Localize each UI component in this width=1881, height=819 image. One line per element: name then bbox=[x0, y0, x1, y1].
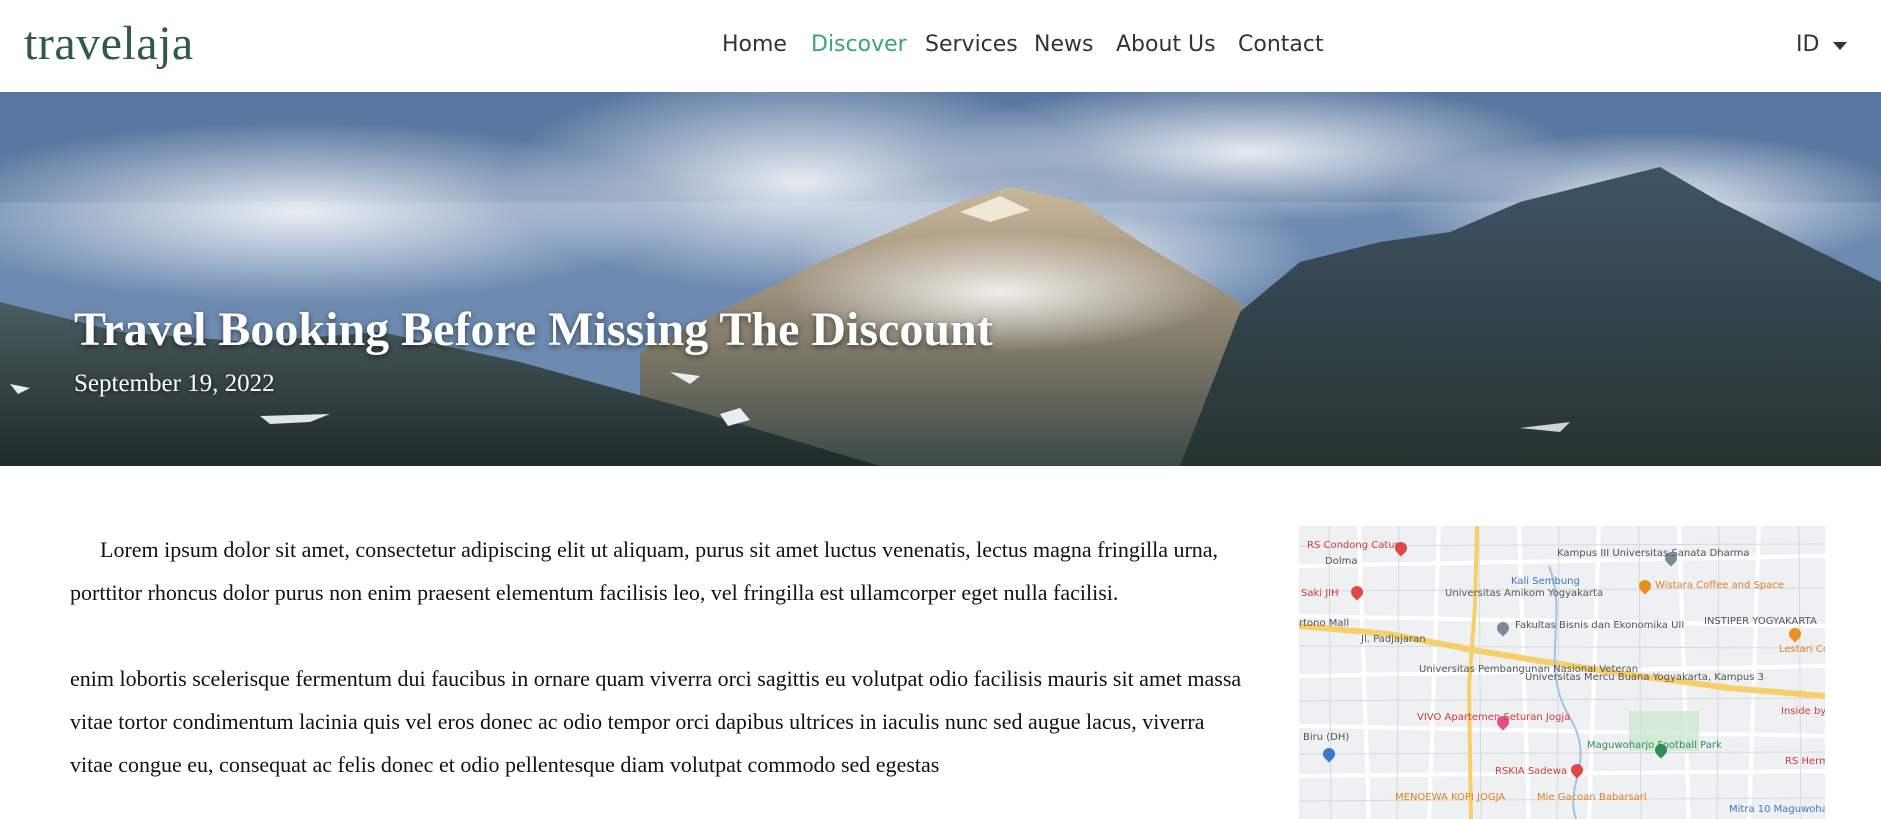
map-label: Lestari Co bbox=[1779, 644, 1825, 655]
map-label: Universitas Mercu Buana Yogyakarta, Kamp… bbox=[1525, 672, 1764, 683]
map-label: INSTIPER YOGYAKARTA bbox=[1704, 616, 1817, 627]
mountain-landscape-image bbox=[0, 92, 1881, 466]
chevron-down-icon bbox=[1833, 42, 1848, 50]
map-label: Jl. Padjajaran bbox=[1361, 634, 1426, 645]
nav-news[interactable]: News bbox=[1034, 28, 1093, 62]
nav-about-us[interactable]: About Us bbox=[1116, 28, 1216, 62]
article-date: September 19, 2022 bbox=[74, 370, 275, 397]
hero-banner: Travel Booking Before Missing The Discou… bbox=[0, 92, 1881, 466]
language-label: ID bbox=[1796, 32, 1820, 57]
language-selector[interactable]: ID bbox=[1796, 28, 1848, 62]
map-label: Inside by Yogy bbox=[1781, 706, 1825, 717]
map-label: Dolma bbox=[1325, 556, 1358, 567]
map-label: RS Hermi bbox=[1785, 756, 1825, 767]
map-label: Biru (DH) bbox=[1303, 732, 1350, 743]
main-nav: Home Discover Services News About Us Con… bbox=[0, 0, 1881, 92]
map-label: rtono Mall bbox=[1299, 618, 1350, 629]
article-paragraph: enim lobortis scelerisque fermentum dui … bbox=[70, 666, 1242, 777]
map-label: Kampus III Universitas Sanata Dharma bbox=[1557, 548, 1750, 559]
article-body: Lorem ipsum dolor sit amet, consectetur … bbox=[70, 528, 1250, 819]
map-label: Maguwoharjo Football Park bbox=[1587, 740, 1722, 751]
site-header: travelaja Home Discover Services News Ab… bbox=[0, 0, 1881, 92]
map-label: MENOEWA KOPI JOGJA bbox=[1395, 792, 1506, 803]
map-label: Wistara Coffee and Space bbox=[1655, 580, 1785, 591]
map-label: VIVO Apartemen Seturan Jogja bbox=[1417, 712, 1571, 723]
location-map[interactable]: RS Condong Catur Dolma Kampus III Univer… bbox=[1299, 526, 1825, 819]
article-title: Travel Booking Before Missing The Discou… bbox=[74, 303, 993, 356]
map-label: Mie Gacoan Babarsari bbox=[1537, 792, 1647, 803]
nav-home[interactable]: Home bbox=[722, 28, 787, 62]
map-label: Mitra 10 Maguwoha bbox=[1729, 804, 1825, 815]
nav-services[interactable]: Services bbox=[925, 28, 1018, 62]
map-label: Kali Sembung bbox=[1511, 576, 1580, 587]
map-label: Universitas Amikom Yogyakarta bbox=[1445, 588, 1604, 599]
map-label: RS Condong Catur bbox=[1307, 540, 1399, 551]
map-label: RSKIA Sadewa bbox=[1495, 766, 1568, 777]
map-label: Fakultas Bisnis dan Ekonomika UII bbox=[1515, 620, 1685, 631]
nav-discover[interactable]: Discover bbox=[811, 28, 907, 62]
article-paragraph: Lorem ipsum dolor sit amet, consectetur … bbox=[70, 537, 1219, 605]
map-label: Saki JIH bbox=[1301, 588, 1339, 599]
nav-contact[interactable]: Contact bbox=[1238, 28, 1324, 62]
